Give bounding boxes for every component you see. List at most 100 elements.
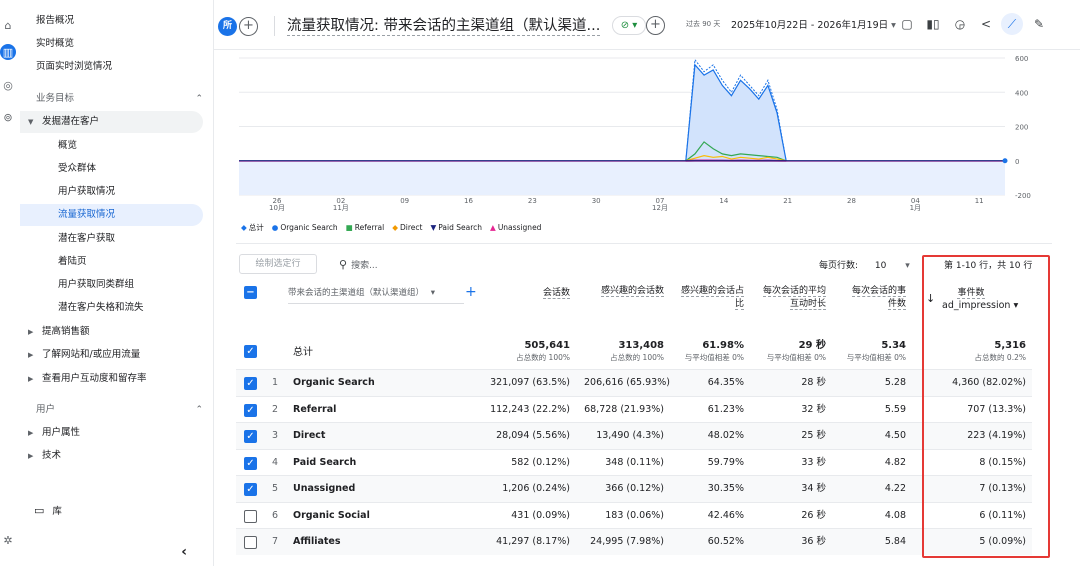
row-cell: 366 (0.12%): [605, 483, 664, 494]
add-comparison-icon[interactable]: +: [239, 17, 258, 36]
expand-right-icon: ▶: [28, 429, 34, 437]
row-checkbox[interactable]: ✓: [244, 483, 257, 496]
y-tick-label: 400: [1015, 89, 1028, 97]
comparison-badge[interactable]: 所: [218, 17, 237, 36]
row-cell: 64.35%: [707, 377, 744, 388]
row-cell: 59.79%: [707, 456, 744, 468]
row-cell: 33 秒: [801, 456, 826, 468]
row-checkbox[interactable]: ✓: [244, 403, 257, 417]
settings-icon[interactable]: ✲: [1, 533, 15, 547]
nav-item-overview[interactable]: 概览: [20, 135, 213, 157]
nav-group-tech[interactable]: ▶ 技术: [20, 445, 213, 467]
row-channel-name[interactable]: Referral: [293, 397, 336, 423]
nav-group-sales[interactable]: ▶ 提高销售额: [20, 321, 213, 343]
nav-item-landing-page[interactable]: 着陆页: [20, 251, 213, 273]
legend-marker: ▼: [430, 223, 437, 232]
row-channel-name[interactable]: Affiliates: [293, 529, 341, 555]
select-all-checkbox[interactable]: −: [244, 286, 257, 299]
baseline-band: [239, 160, 1005, 195]
legend-item[interactable]: ■ Referral: [346, 223, 389, 232]
table-row: ✓ 3 Direct 28,094 (5.56%) 13,490 (4.3%) 48.02…: [236, 422, 1032, 449]
nav-item-cohort[interactable]: 用户获取同类群组: [20, 274, 213, 296]
nav-item-disqualification[interactable]: 潜在客户失格和流失: [20, 297, 213, 319]
event-name-dropdown[interactable]: ad_impression ▾: [942, 300, 1018, 311]
nav-group-user-attributes[interactable]: ▶ 用户属性: [20, 422, 213, 444]
x-tick-sublabel: 10月: [269, 204, 285, 212]
row-checkbox[interactable]: ✓: [244, 377, 257, 390]
row-checkbox[interactable]: [244, 536, 257, 549]
row-index: 3: [272, 430, 279, 441]
event-name: ad_impression: [942, 300, 1011, 311]
legend-item[interactable]: ▲ Unassigned: [490, 223, 545, 232]
total-checkbox[interactable]: ✓: [244, 345, 257, 358]
explore-icon[interactable]: ◎: [1, 78, 15, 92]
rows-per-page-value: 10: [874, 261, 887, 271]
sort-arrow-icon[interactable]: ↓: [926, 292, 935, 305]
y-tick-label: -200: [1015, 192, 1031, 200]
collapse-nav-button[interactable]: ‹: [181, 541, 187, 563]
nav-item-realtime[interactable]: 实时概览: [20, 33, 213, 55]
row-cell: 707 (13.3%): [967, 403, 1026, 415]
report-icon[interactable]: ▢: [896, 13, 918, 35]
nav-section-user[interactable]: 用户 ⌃: [20, 399, 213, 421]
nav-item-traffic-acquisition[interactable]: 流量获取情况: [20, 204, 203, 226]
legend-item[interactable]: ● Organic Search: [272, 223, 342, 232]
row-channel-name[interactable]: Direct: [293, 423, 325, 449]
nav-item-reports-snapshot[interactable]: 报告概况: [20, 10, 213, 32]
insights-icon[interactable]: ◶: [949, 13, 971, 35]
home-icon[interactable]: ⌂: [1, 18, 15, 32]
reports-icon[interactable]: ▥: [0, 44, 16, 60]
row-checkbox[interactable]: ✓: [244, 456, 257, 470]
legend-item[interactable]: ◆ 总计: [241, 223, 268, 232]
nav-group-traffic[interactable]: ▶ 了解网站和/或应用流量: [20, 344, 213, 366]
status-dropdown[interactable]: ⊘ ▾: [612, 16, 646, 35]
row-cell: 24,995 (7.98%): [590, 536, 664, 547]
add-filter-icon[interactable]: +: [646, 16, 665, 35]
nav-group-label: 技术: [42, 450, 62, 461]
nav-library[interactable]: ▭ 库: [20, 500, 213, 522]
dimension-selector[interactable]: 带来会话的主渠道组（默认渠道组） ▾: [288, 286, 464, 304]
nav-item-user-acquisition[interactable]: 用户获取情况: [20, 181, 213, 203]
row-checkbox[interactable]: ✓: [244, 430, 257, 443]
row-cell: 206,616 (65.93%): [584, 377, 670, 388]
chevron-up-icon: ⌃: [195, 405, 203, 415]
rows-per-page[interactable]: 每页行数: 10 ▾: [819, 258, 910, 271]
total-sub: 与平均值相差 0%: [684, 353, 744, 362]
add-dimension-icon[interactable]: +: [465, 284, 477, 300]
row-cell: 183 (0.06%): [605, 509, 664, 521]
search-input[interactable]: ⚲ 搜索...: [339, 258, 378, 271]
row-cell: 32 秒: [801, 403, 826, 415]
series-endpoint: [1002, 158, 1008, 164]
nav-item-lead-acquisition[interactable]: 潜在客户获取: [20, 228, 213, 250]
nav-group-label: 发掘潜在客户: [42, 116, 100, 127]
header-label: 每次会话的事件数: [851, 286, 906, 310]
compare-icon[interactable]: ▮▯: [922, 13, 944, 35]
row-checkbox[interactable]: [244, 509, 257, 523]
nav-section-label: 用户: [36, 404, 56, 415]
trend-icon[interactable]: ⟋: [1001, 13, 1023, 35]
expand-right-icon: ▶: [28, 328, 34, 336]
nav-group-engagement[interactable]: ▶ 查看用户互动度和留存率: [20, 368, 213, 390]
table-row: ✓ 1 Organic Search 321,097 (63.5%) 206,616 (…: [236, 369, 1032, 396]
share-icon[interactable]: <: [975, 13, 997, 35]
nav-item-realtime-pages[interactable]: 页面实时浏览情况: [20, 56, 213, 78]
row-channel-name[interactable]: Unassigned: [293, 476, 355, 502]
date-range-picker[interactable]: 2025年10月22日 - 2026年1月19日 ▾: [731, 17, 896, 31]
row-channel-name[interactable]: Organic Search: [293, 370, 375, 396]
legend-label: Unassigned: [497, 223, 542, 232]
table-row: ✓ 4 Paid Search 582 (0.12%) 348 (0.11%) 59.79…: [236, 448, 1032, 476]
page-title[interactable]: 流量获取情况: 带来会话的主渠道组（默认渠道...: [287, 14, 601, 36]
nav-item-audiences[interactable]: 受众群体: [20, 158, 213, 180]
plot-rows-button[interactable]: 绘制选定行: [239, 254, 317, 274]
nav-group-leads[interactable]: ▼ 发掘潜在客户: [20, 111, 203, 133]
header-label: 感兴趣的会话占比: [680, 286, 744, 310]
edit-icon[interactable]: ✎: [1028, 13, 1050, 35]
nav-section-business-objectives[interactable]: 业务目标 ⌃: [20, 88, 213, 110]
row-cell: 5.59: [884, 403, 906, 415]
row-channel-name[interactable]: Paid Search: [293, 450, 356, 476]
row-channel-name[interactable]: Organic Social: [293, 503, 370, 529]
legend-item[interactable]: ▼ Paid Search: [430, 223, 486, 232]
advertising-icon[interactable]: ⊚: [1, 110, 15, 124]
row-cell: 28 秒: [801, 377, 826, 388]
legend-item[interactable]: ◆ Direct: [392, 223, 426, 232]
